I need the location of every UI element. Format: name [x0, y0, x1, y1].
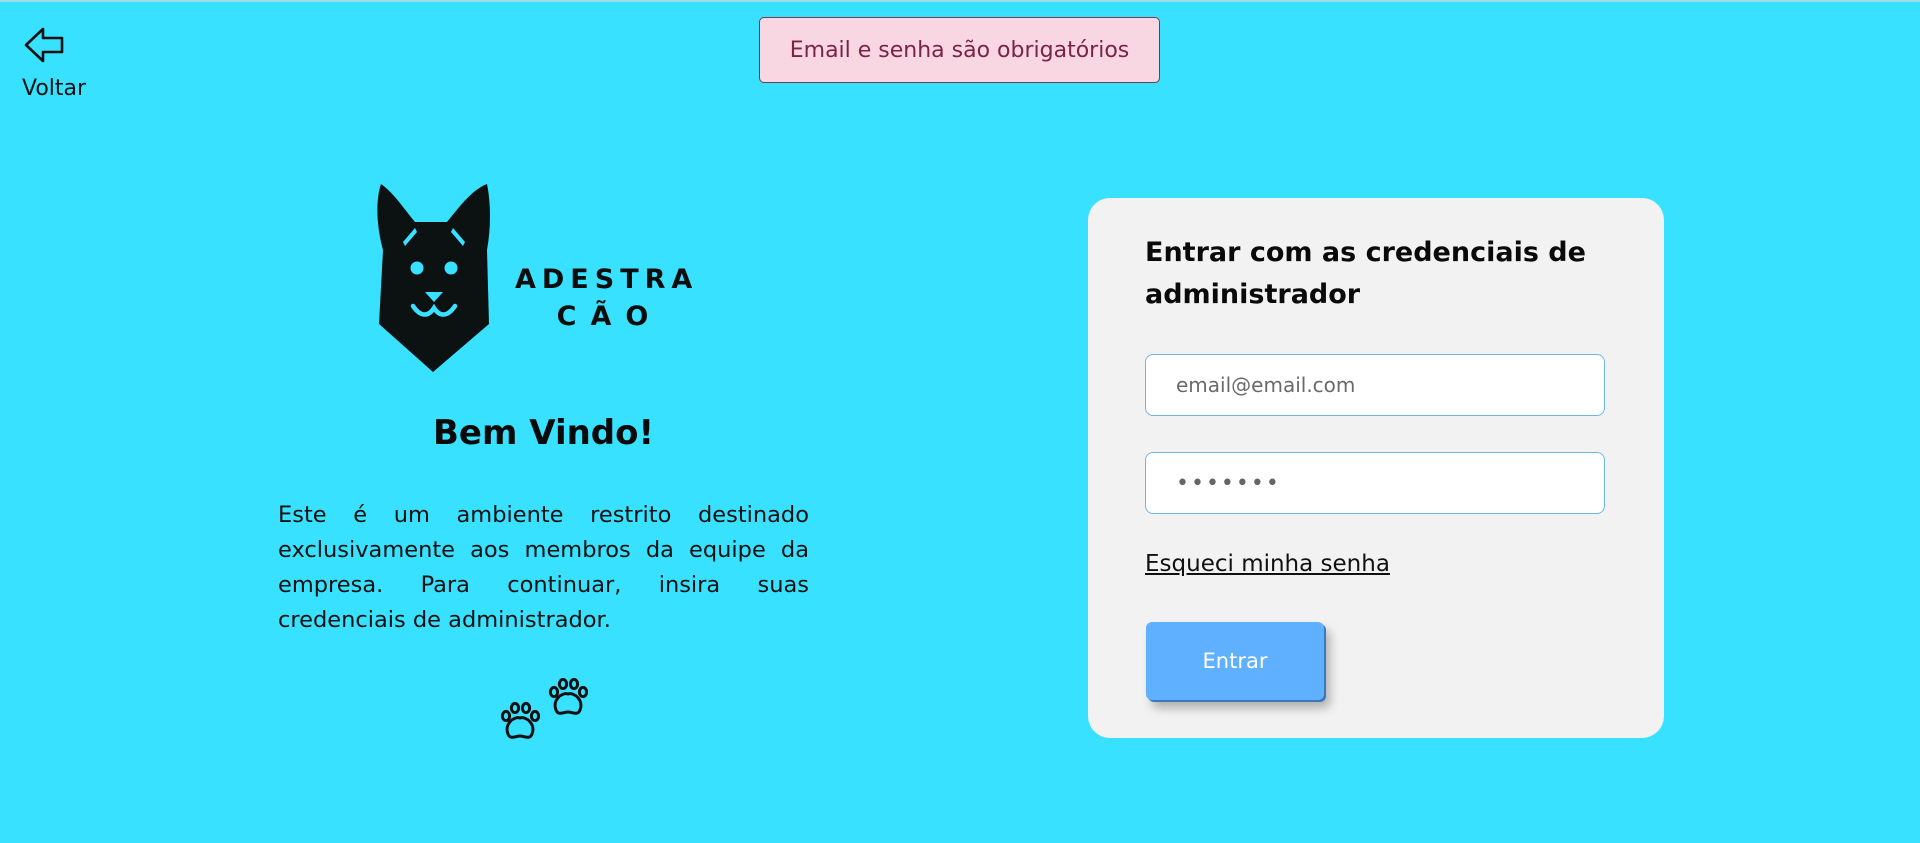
- dog-head-icon: [377, 184, 490, 372]
- back-label: Voltar: [22, 76, 87, 101]
- login-submit-button[interactable]: Entrar: [1146, 622, 1324, 700]
- arrow-left-outline-icon: [24, 27, 64, 63]
- login-title: Entrar com as credenciais de administrad…: [1145, 237, 1586, 310]
- forgot-password-link[interactable]: Esqueci minha senha: [1145, 551, 1390, 577]
- brand-line2: CÃO: [556, 301, 663, 332]
- brand-wordmark: ADESTRA CÃO: [515, 264, 699, 338]
- password-field[interactable]: [1145, 452, 1605, 514]
- email-field[interactable]: [1145, 354, 1605, 416]
- brand-line1: ADESTRA: [515, 264, 699, 295]
- paw-prints-icon: [494, 677, 594, 748]
- back-button[interactable]: Voltar: [20, 26, 110, 106]
- brand-logo: ADESTRA CÃO: [375, 184, 695, 374]
- login-card: Entrar com as credenciais de administrad…: [1088, 198, 1664, 738]
- welcome-description: Este é um ambiente restrito destinado ex…: [278, 502, 809, 633]
- welcome-title: Bem Vindo!: [432, 413, 655, 453]
- error-message: Email e senha são obrigatórios: [789, 37, 1130, 63]
- error-toast: Email e senha são obrigatórios: [759, 17, 1160, 83]
- top-border: [0, 0, 1920, 2]
